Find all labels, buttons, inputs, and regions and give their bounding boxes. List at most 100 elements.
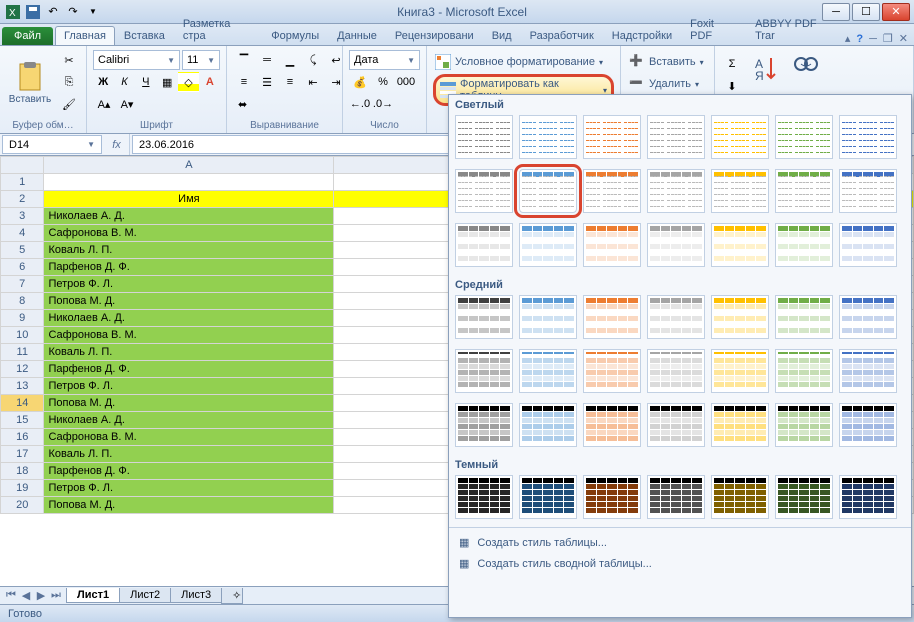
percent-icon[interactable]: % <box>372 72 394 92</box>
sheet-tab-1[interactable]: Лист1 <box>66 588 120 603</box>
row-header[interactable]: 5 <box>1 242 44 259</box>
table-style-option[interactable] <box>647 349 705 393</box>
decrease-font-icon[interactable]: A▾ <box>116 94 138 114</box>
row-header[interactable]: 9 <box>1 310 44 327</box>
tab-abbyy[interactable]: ABBYY PDF Trar <box>746 14 845 45</box>
table-style-option[interactable] <box>647 115 705 159</box>
row-header[interactable]: 11 <box>1 344 44 361</box>
table-style-option[interactable] <box>519 115 577 159</box>
qat-dropdown-icon[interactable]: ▼ <box>84 3 102 21</box>
italic-button[interactable]: К <box>114 72 134 92</box>
cell[interactable]: Сафронова В. М. <box>44 327 334 344</box>
cell[interactable]: Петров Ф. Л. <box>44 276 334 293</box>
sheet-nav-last-icon[interactable]: ⏭ <box>49 589 63 602</box>
row-header[interactable]: 16 <box>1 429 44 446</box>
sheet-nav-prev-icon[interactable]: ◀ <box>19 589 33 602</box>
format-painter-button[interactable]: 🖌 <box>58 94 80 114</box>
insert-cells-button[interactable]: ➕Вставить▾ <box>627 52 708 72</box>
help-icon[interactable]: ? <box>856 33 863 45</box>
cell[interactable]: Попова М. Д. <box>44 293 334 310</box>
row-header[interactable]: 10 <box>1 327 44 344</box>
tab-foxit[interactable]: Foxit PDF <box>681 14 746 45</box>
table-style-option[interactable] <box>711 169 769 213</box>
cell[interactable]: Попова М. Д. <box>44 395 334 412</box>
row-header[interactable]: 13 <box>1 378 44 395</box>
table-style-option[interactable] <box>583 403 641 447</box>
underline-button[interactable]: Ч <box>136 72 156 92</box>
sheet-nav-first-icon[interactable]: ⏮ <box>4 589 18 602</box>
orientation-icon[interactable]: ⤹ <box>302 50 324 70</box>
align-center-icon[interactable]: ☰ <box>256 72 278 92</box>
table-style-option[interactable] <box>583 475 641 519</box>
file-tab[interactable]: Файл <box>2 27 53 45</box>
align-top-icon[interactable]: ▔ <box>233 50 255 70</box>
cell[interactable]: Парфенов Д. Ф. <box>44 361 334 378</box>
table-style-option[interactable] <box>711 349 769 393</box>
row-header[interactable]: 14 <box>1 395 44 412</box>
table-style-option[interactable] <box>839 475 897 519</box>
cell[interactable]: Сафронова В. М. <box>44 429 334 446</box>
tab-review[interactable]: Рецензировани <box>386 26 483 45</box>
sheet-tab-3[interactable]: Лист3 <box>170 588 222 603</box>
new-pivot-style-button[interactable]: ▦ Создать стиль сводной таблицы... <box>449 553 911 574</box>
tab-developer[interactable]: Разработчик <box>521 26 603 45</box>
fill-color-button[interactable]: ◇ <box>178 72 198 92</box>
align-right-icon[interactable]: ≡ <box>279 72 301 92</box>
table-style-option[interactable] <box>775 403 833 447</box>
font-color-button[interactable]: A <box>200 72 220 92</box>
row-header[interactable]: 4 <box>1 225 44 242</box>
table-style-option[interactable] <box>775 169 833 213</box>
table-style-option[interactable] <box>583 115 641 159</box>
table-style-option[interactable] <box>519 223 577 267</box>
border-button[interactable]: ▦ <box>157 72 177 92</box>
close-button[interactable]: ✕ <box>882 3 910 21</box>
table-style-option[interactable] <box>711 223 769 267</box>
doc-close-icon[interactable]: ✕ <box>899 32 908 45</box>
find-select-button[interactable] <box>791 54 819 82</box>
table-style-option[interactable] <box>519 403 577 447</box>
name-box[interactable]: D14▼ <box>2 135 102 154</box>
table-style-option[interactable] <box>839 169 897 213</box>
sort-filter-button[interactable]: AЯ <box>753 54 781 82</box>
table-style-option[interactable] <box>519 349 577 393</box>
tab-insert[interactable]: Вставка <box>115 26 174 45</box>
align-middle-icon[interactable]: ═ <box>256 50 278 70</box>
cell[interactable]: Коваль Л. П. <box>44 446 334 463</box>
table-style-option[interactable] <box>647 403 705 447</box>
tab-data[interactable]: Данные <box>328 26 386 45</box>
cut-button[interactable]: ✂ <box>58 50 80 70</box>
align-bottom-icon[interactable]: ▁ <box>279 50 301 70</box>
table-style-option[interactable] <box>455 223 513 267</box>
copy-button[interactable]: ⎘ <box>58 72 80 92</box>
row-header[interactable]: 18 <box>1 463 44 480</box>
fill-icon[interactable]: ⬇ <box>721 76 743 96</box>
decrease-indent-icon[interactable]: ⇤ <box>302 72 324 92</box>
row-header[interactable]: 12 <box>1 361 44 378</box>
tab-addins[interactable]: Надстройки <box>603 26 681 45</box>
row-header[interactable]: 15 <box>1 412 44 429</box>
maximize-button[interactable]: ☐ <box>852 3 880 21</box>
number-format-combo[interactable]: Дата▼ <box>349 50 420 70</box>
sheet-tab-2[interactable]: Лист2 <box>119 588 171 603</box>
row-header[interactable]: 17 <box>1 446 44 463</box>
table-style-option[interactable] <box>839 115 897 159</box>
cell[interactable]: Попова М. Д. <box>44 497 334 514</box>
column-header-A[interactable]: A <box>44 157 334 174</box>
row-header[interactable]: 6 <box>1 259 44 276</box>
merge-center-icon[interactable]: ⬌ <box>233 94 252 114</box>
cell[interactable]: Петров Ф. Л. <box>44 378 334 395</box>
fx-icon[interactable]: fx <box>104 134 130 155</box>
tab-page-layout[interactable]: Разметка стра <box>174 14 262 45</box>
table-style-option[interactable] <box>455 349 513 393</box>
table-style-option[interactable] <box>583 349 641 393</box>
currency-icon[interactable]: 💰 <box>349 72 371 92</box>
table-style-option[interactable] <box>775 295 833 339</box>
row-header[interactable]: 20 <box>1 497 44 514</box>
table-style-option[interactable] <box>583 169 641 213</box>
table-style-option[interactable] <box>839 349 897 393</box>
row-header[interactable]: 3 <box>1 208 44 225</box>
conditional-formatting-button[interactable]: Условное форматирование▾ <box>433 52 614 72</box>
table-style-option[interactable] <box>647 223 705 267</box>
autosum-icon[interactable]: Σ <box>721 54 743 74</box>
undo-icon[interactable]: ↶ <box>44 3 62 21</box>
